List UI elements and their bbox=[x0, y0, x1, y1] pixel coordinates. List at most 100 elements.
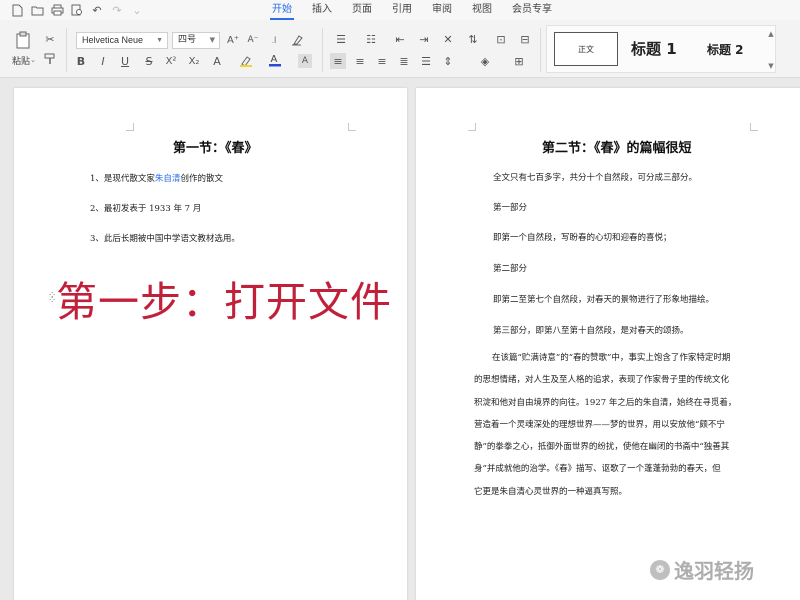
shading-icon[interactable]: ◈ bbox=[476, 53, 494, 69]
chevron-down-icon: ▼ bbox=[156, 37, 163, 44]
highlight-icon[interactable] bbox=[238, 54, 254, 68]
cut-icon[interactable]: ✂ bbox=[42, 32, 58, 46]
font-family-value: Helvetica Neue bbox=[82, 35, 144, 45]
align-right-icon[interactable]: ≡ bbox=[374, 53, 390, 69]
align-center-icon[interactable]: ≡ bbox=[352, 53, 368, 69]
phonetic-guide-icon[interactable]: ꜌ bbox=[266, 33, 282, 47]
paste-icon[interactable] bbox=[12, 30, 34, 50]
new-document-icon[interactable] bbox=[8, 2, 26, 18]
list-item-text: 1、是现代散文家 bbox=[90, 174, 155, 184]
show-marks-icon[interactable]: ⊡ bbox=[494, 32, 508, 46]
ribbon-toolbar: 粘贴 ⌄ ✂ Helvetica Neue ▼ 四号 ▼ A⁺ A⁻ ꜌ B I … bbox=[0, 20, 800, 78]
list-item: 3、此后长期被中国中学语文教材选用。 bbox=[90, 234, 240, 244]
ribbon-separator bbox=[540, 28, 541, 72]
style-heading-2[interactable]: 标题 2 bbox=[707, 41, 744, 58]
style-normal[interactable]: 正文 bbox=[554, 32, 618, 66]
grow-font-icon[interactable]: A⁺ bbox=[226, 33, 240, 47]
tab-view[interactable]: 视图 bbox=[462, 0, 502, 20]
tab-insert[interactable]: 插入 bbox=[302, 0, 342, 20]
italic-icon[interactable]: I bbox=[96, 54, 110, 68]
list-item-text: 创作的散文 bbox=[180, 174, 223, 184]
style-heading-1[interactable]: 标题 1 bbox=[631, 38, 677, 59]
strikethrough-icon[interactable]: S bbox=[140, 54, 158, 68]
section-title: 第一节：《春》 bbox=[173, 141, 258, 156]
underline-icon[interactable]: U bbox=[116, 54, 134, 68]
undo-icon[interactable]: ↶ bbox=[88, 2, 106, 18]
body-line: 即第二至第七个自然段，对春天的景物进行了形象地描绘。 bbox=[493, 295, 715, 305]
quick-access-toolbar: ↶ ↷ ⌄ bbox=[0, 2, 146, 18]
body-line: 第二部分 bbox=[493, 264, 528, 274]
distribute-icon[interactable]: ☰ bbox=[418, 53, 434, 69]
margin-corner-mark bbox=[750, 123, 758, 131]
svg-text:A: A bbox=[271, 54, 278, 65]
justify-icon[interactable]: ≣ bbox=[396, 53, 412, 69]
tab-references[interactable]: 引用 bbox=[382, 0, 422, 20]
list-item: 1、是现代散文家朱自清创作的散文 bbox=[90, 172, 223, 184]
paragraph-line: 营造着一个灵魂深处的理想世界——梦的世界，用以安放他“颇不宁 bbox=[474, 419, 725, 430]
styles-scroll[interactable]: ▲ ▼ bbox=[766, 30, 776, 70]
body-line: 第一部分 bbox=[493, 203, 528, 213]
bold-icon[interactable]: B bbox=[74, 54, 88, 68]
margin-corner-mark bbox=[348, 123, 356, 131]
paragraph-line: 积淀和他对自由境界的向往。1927 年之后的朱自清，始终在寻觅着， bbox=[474, 397, 737, 408]
bullet-list-icon[interactable]: ☰ bbox=[332, 32, 350, 46]
clear-format-icon[interactable] bbox=[290, 33, 304, 47]
font-size-value: 四号 bbox=[178, 35, 197, 45]
body-line: 第三部分，即第八至第十自然段，是对春天的颂扬。 bbox=[493, 326, 689, 336]
superscript-icon[interactable]: X² bbox=[162, 54, 180, 68]
document-page-right[interactable]: 第二节：《春》的篇幅很短 全文只有七百多字，共分十个自然段，可分成三部分。 第一… bbox=[416, 88, 800, 600]
font-family-select[interactable]: Helvetica Neue ▼ bbox=[76, 32, 168, 49]
sort-icon[interactable]: ⇅ bbox=[466, 32, 480, 46]
more-dropdown-icon[interactable]: ⌄ bbox=[128, 2, 146, 18]
author-name: 朱自清 bbox=[154, 174, 181, 184]
paste-button[interactable]: 粘贴 ⌄ bbox=[8, 54, 40, 67]
body-paragraph: 在该篇“贮满诗意”的“春的赞歌”中，事实上饱含了作家特定时期 的思想情绪，对人生… bbox=[474, 347, 736, 503]
print-icon[interactable] bbox=[48, 2, 66, 18]
print-preview-icon[interactable] bbox=[68, 2, 86, 18]
document-page-left[interactable]: 第一节：《春》 1、是现代散文家朱自清创作的散文 2、最初发表于 1933 年 … bbox=[14, 88, 407, 600]
ribbon-separator bbox=[322, 28, 323, 72]
font-color-icon[interactable]: A bbox=[266, 52, 284, 68]
watermark: ❁ 逸羽轻扬 bbox=[650, 555, 754, 584]
watermark-logo-icon: ❁ bbox=[650, 559, 670, 580]
body-line: 全文只有七百多字，共分十个自然段，可分成三部分。 bbox=[493, 173, 698, 183]
subscript-icon[interactable]: X₂ bbox=[186, 54, 202, 68]
shrink-font-icon[interactable]: A⁻ bbox=[246, 33, 260, 47]
numbered-list-icon[interactable]: ☷ bbox=[362, 32, 380, 46]
redo-icon[interactable]: ↷ bbox=[108, 2, 126, 18]
paragraph-mark-icon[interactable]: ⊟ bbox=[518, 32, 532, 46]
chevron-down-icon: ▼ bbox=[209, 36, 215, 44]
list-item: 2、最初发表于 1933 年 7 月 bbox=[90, 204, 202, 214]
line-spacing-icon[interactable]: ⇕ bbox=[440, 53, 456, 69]
open-folder-icon[interactable] bbox=[28, 2, 46, 18]
paragraph-line: 身”并成就他的治学。《春》描写、讴歌了一个蓬蓬勃勃的春天，但 bbox=[474, 464, 721, 475]
paragraph-line: 在该篇“贮满诗意”的“春的赞歌”中，事实上饱含了作家特定时期 bbox=[492, 353, 731, 363]
format-painter-icon[interactable] bbox=[42, 52, 58, 66]
paragraph-line: 的思想情绪，对人生及至人格的追求，表现了作家骨子里的传统文化 bbox=[474, 375, 730, 386]
margin-corner-mark bbox=[468, 123, 476, 131]
ribbon-separator bbox=[66, 28, 67, 72]
align-left-icon[interactable]: ≡ bbox=[330, 53, 346, 69]
decrease-indent-icon[interactable]: ⇤ bbox=[392, 32, 408, 46]
tab-review[interactable]: 审阅 bbox=[422, 0, 462, 20]
text-effect-icon[interactable]: A bbox=[208, 54, 226, 68]
chevron-down-icon[interactable]: ▼ bbox=[768, 62, 773, 70]
ribbon-tabs: 开始 插入 页面 引用 审阅 视图 会员专享 bbox=[262, 0, 562, 20]
increase-indent-icon[interactable]: ⇥ bbox=[416, 32, 432, 46]
char-shading-icon[interactable]: A bbox=[298, 54, 312, 68]
drag-handle-icon[interactable]: ⁘ ⁘ bbox=[48, 291, 56, 306]
chevron-up-icon[interactable]: ▲ bbox=[768, 30, 773, 38]
menu-bar: ↶ ↷ ⌄ 开始 插入 页面 引用 审阅 视图 会员专享 bbox=[0, 0, 800, 20]
margin-corner-mark bbox=[126, 123, 134, 131]
chinese-layout-icon[interactable]: ✕ bbox=[440, 32, 456, 46]
watermark-text: 逸羽轻扬 bbox=[674, 559, 754, 583]
tab-page[interactable]: 页面 bbox=[342, 0, 382, 20]
tab-home[interactable]: 开始 bbox=[262, 0, 302, 20]
paragraph-line: 静”的拳拳之心，抵御外面世界的纷扰，使他在幽闭的书斋中“独善其 bbox=[474, 442, 730, 453]
step-annotation: 第一步：打开文件 bbox=[56, 278, 392, 326]
borders-icon[interactable]: ⊞ bbox=[512, 53, 526, 69]
font-size-select[interactable]: 四号 ▼ bbox=[172, 32, 220, 49]
tab-member[interactable]: 会员专享 bbox=[502, 0, 562, 20]
paragraph-line: 它更是朱自清心灵世界的一种逼真写照。 bbox=[474, 486, 628, 497]
body-line: 即第一个自然段，写盼春的心切和迎春的喜悦； bbox=[493, 233, 672, 243]
